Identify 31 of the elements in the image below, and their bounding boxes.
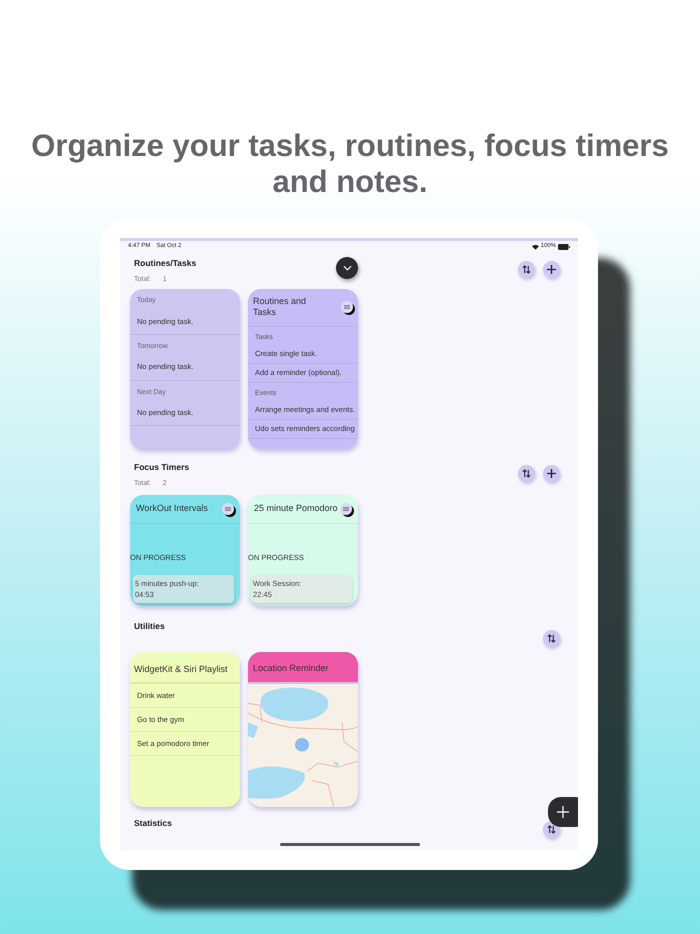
add-button[interactable] <box>543 261 560 278</box>
headline: Organize your tasks, routines, focus timers and notes. <box>30 127 670 200</box>
menu-icon[interactable] <box>341 301 353 314</box>
card-title: 25 minute Pomodoro <box>254 502 338 515</box>
section-title: Utilities <box>134 620 165 633</box>
battery-icon <box>558 244 570 250</box>
widget-card[interactable]: Location Reminder <box>248 652 358 807</box>
sort-button[interactable] <box>518 261 535 278</box>
sort-icon <box>522 469 531 478</box>
collapse-button[interactable] <box>336 257 358 279</box>
section-title: Routines/Tasks <box>134 257 196 270</box>
menu-icon[interactable] <box>340 502 352 515</box>
section-title: Statistics <box>134 817 172 830</box>
card-title: WorkOut Intervals <box>136 502 208 515</box>
add-button[interactable] <box>548 797 578 827</box>
card-title: Routines and Tasks <box>253 296 308 318</box>
sort-icon <box>547 825 556 834</box>
plus-icon <box>547 265 556 274</box>
chevron-down-icon <box>342 265 352 271</box>
section-title: Focus Timers <box>134 461 190 474</box>
plus-icon <box>547 469 556 478</box>
sort-icon <box>522 265 531 274</box>
sort-button[interactable] <box>518 465 535 482</box>
plus-icon <box>557 806 569 818</box>
card-title: WidgetKit & Siri Playlist <box>134 663 228 676</box>
wifi-icon <box>532 244 539 250</box>
add-button[interactable] <box>543 465 560 482</box>
card-title: Location Reminder <box>253 662 329 675</box>
menu-icon[interactable] <box>222 502 234 515</box>
sort-icon <box>547 634 556 643</box>
sort-button[interactable] <box>543 630 560 647</box>
